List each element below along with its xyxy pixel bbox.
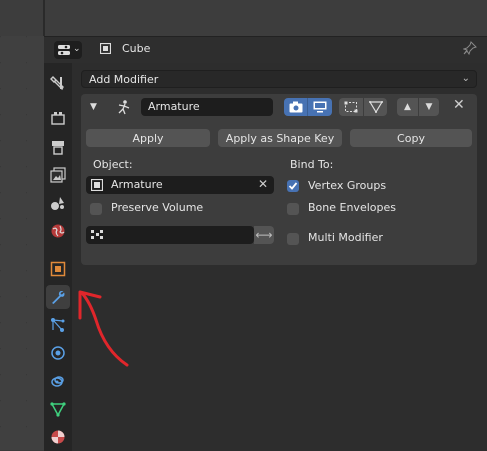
tab-tool[interactable] — [46, 71, 70, 95]
checkmark-icon — [288, 182, 298, 190]
physics-icon — [51, 346, 65, 360]
viewport-toggle-button[interactable] — [308, 98, 332, 116]
object-icon — [50, 261, 66, 277]
on-cage-toggle-button[interactable] — [363, 98, 387, 116]
object-field[interactable]: Armature ✕ — [86, 176, 274, 194]
bone-envelopes-checkbox[interactable] — [287, 203, 299, 215]
object-field-value: Armature — [111, 178, 163, 191]
properties-header: ⌄ Cube — [44, 37, 487, 64]
viewport-top-area — [0, 0, 487, 36]
chevron-down-icon: ⌄ — [73, 44, 81, 54]
armature-modifier-icon — [118, 100, 130, 115]
tab-scene[interactable] — [46, 191, 70, 215]
move-up-button[interactable]: ▲ — [397, 98, 418, 116]
arrow-down-icon: ▼ — [425, 102, 433, 112]
arrow-up-icon: ▲ — [404, 102, 411, 112]
object-icon — [100, 43, 111, 54]
tab-physics[interactable] — [46, 341, 70, 365]
editmode-toggle-button[interactable] — [339, 98, 363, 116]
tab-material[interactable] — [46, 425, 70, 449]
tab-render[interactable] — [46, 107, 70, 131]
pin-icon[interactable] — [462, 41, 477, 59]
editor-type-button[interactable]: ⌄ — [54, 41, 82, 59]
vertex-groups-checkbox[interactable] — [287, 180, 299, 192]
vertex-group-field[interactable] — [86, 226, 254, 244]
render-toggle-button[interactable] — [284, 98, 308, 116]
tool-icon — [50, 76, 64, 91]
remove-modifier-icon[interactable]: ✕ — [453, 97, 465, 113]
tab-modifiers[interactable] — [46, 285, 70, 309]
object-icon — [91, 179, 103, 191]
scene-icon — [51, 197, 64, 210]
chevron-down-icon: ⌄ — [461, 73, 470, 84]
material-icon — [51, 430, 65, 444]
multi-modifier-label: Multi Modifier — [308, 231, 383, 244]
preserve-volume-checkbox[interactable] — [90, 203, 102, 215]
clear-field-icon[interactable]: ✕ — [258, 177, 268, 191]
tab-constraints[interactable] — [46, 369, 70, 393]
output-icon — [52, 141, 64, 155]
world-icon — [51, 224, 65, 238]
properties-editor: ⌄ Cube Add Modifier ⌄ ▼ Armature ▲ ▼ ✕ A… — [44, 36, 487, 451]
viewport-divider — [43, 0, 45, 36]
viewport-left-area — [0, 36, 44, 450]
editor-type-icon — [58, 45, 70, 55]
mesh-data-icon — [50, 402, 66, 417]
wrench-icon — [52, 291, 65, 304]
invert-vertex-group-button[interactable]: ⟷ — [254, 226, 274, 244]
preserve-volume-label: Preserve Volume — [111, 201, 204, 214]
mesh-cage-icon — [368, 101, 383, 113]
monitor-icon — [313, 101, 327, 113]
tab-output[interactable] — [46, 135, 70, 159]
apply-button[interactable]: Apply — [86, 129, 210, 147]
collapse-triangle-icon[interactable]: ▼ — [90, 102, 97, 112]
bone-envelopes-label: Bone Envelopes — [308, 201, 396, 214]
tab-particles[interactable] — [46, 313, 70, 337]
render-icon — [51, 112, 65, 125]
constraints-icon — [51, 376, 64, 387]
tab-object[interactable] — [46, 257, 70, 281]
move-down-button[interactable]: ▼ — [418, 98, 439, 116]
copy-button[interactable]: Copy — [350, 129, 472, 147]
tab-world[interactable] — [46, 219, 70, 243]
multi-modifier-checkbox[interactable] — [287, 233, 299, 245]
tab-data[interactable] — [46, 397, 70, 421]
modifiers-content: Add Modifier ⌄ ▼ Armature ▲ ▼ ✕ Apply Ap… — [72, 63, 487, 451]
properties-tabs — [44, 63, 72, 451]
particles-icon — [51, 318, 65, 332]
object-name: Cube — [122, 42, 151, 55]
armature-modifier-panel: ▼ Armature ▲ ▼ ✕ Apply Apply as Shape Ke… — [81, 94, 477, 265]
arrow-left-right-icon: ⟷ — [255, 228, 273, 242]
bind-to-label: Bind To: — [290, 158, 334, 171]
view-layer-icon — [50, 167, 66, 183]
object-label: Object: — [93, 158, 133, 171]
tab-view-layer[interactable] — [46, 163, 70, 187]
apply-as-shape-key-button[interactable]: Apply as Shape Key — [218, 129, 342, 147]
vertex-groups-label: Vertex Groups — [308, 179, 387, 192]
visibility-toggles — [284, 98, 332, 116]
add-modifier-label: Add Modifier — [89, 73, 159, 86]
camera-icon — [289, 101, 302, 113]
editmode-icon — [344, 101, 358, 113]
vertex-group-icon — [91, 230, 103, 239]
modifier-name-field[interactable]: Armature — [141, 98, 273, 116]
add-modifier-dropdown[interactable]: Add Modifier ⌄ — [81, 70, 477, 88]
modifier-header: ▼ Armature ▲ ▼ ✕ — [81, 94, 477, 122]
